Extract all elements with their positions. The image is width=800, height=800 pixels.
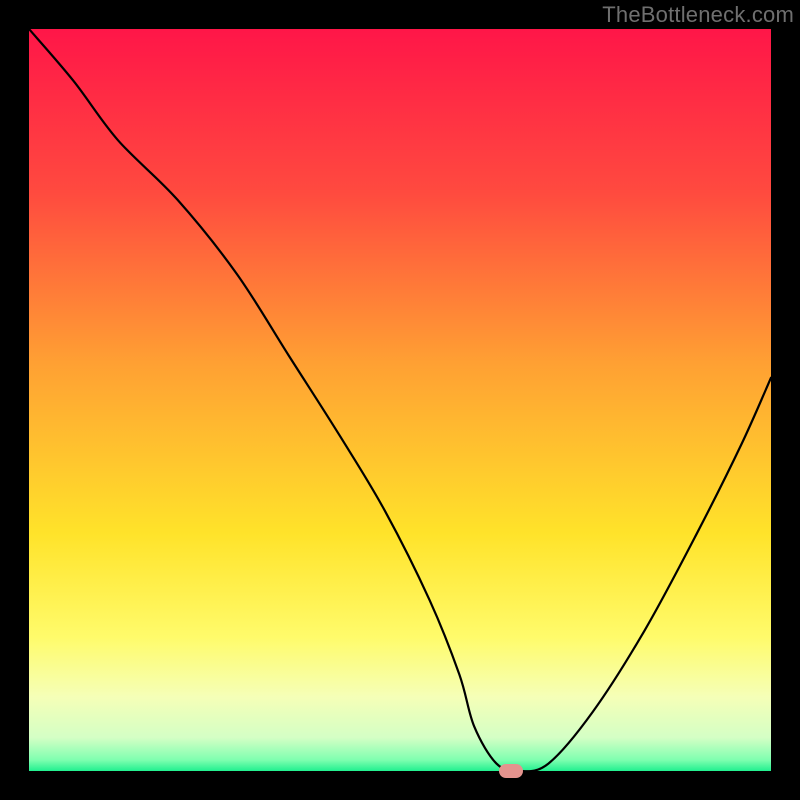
watermark: TheBottleneck.com	[602, 2, 794, 28]
gradient-background	[29, 29, 771, 771]
chart-svg	[29, 29, 771, 771]
optimum-marker	[499, 764, 523, 778]
plot-area	[29, 29, 771, 771]
chart-frame: TheBottleneck.com	[0, 0, 800, 800]
